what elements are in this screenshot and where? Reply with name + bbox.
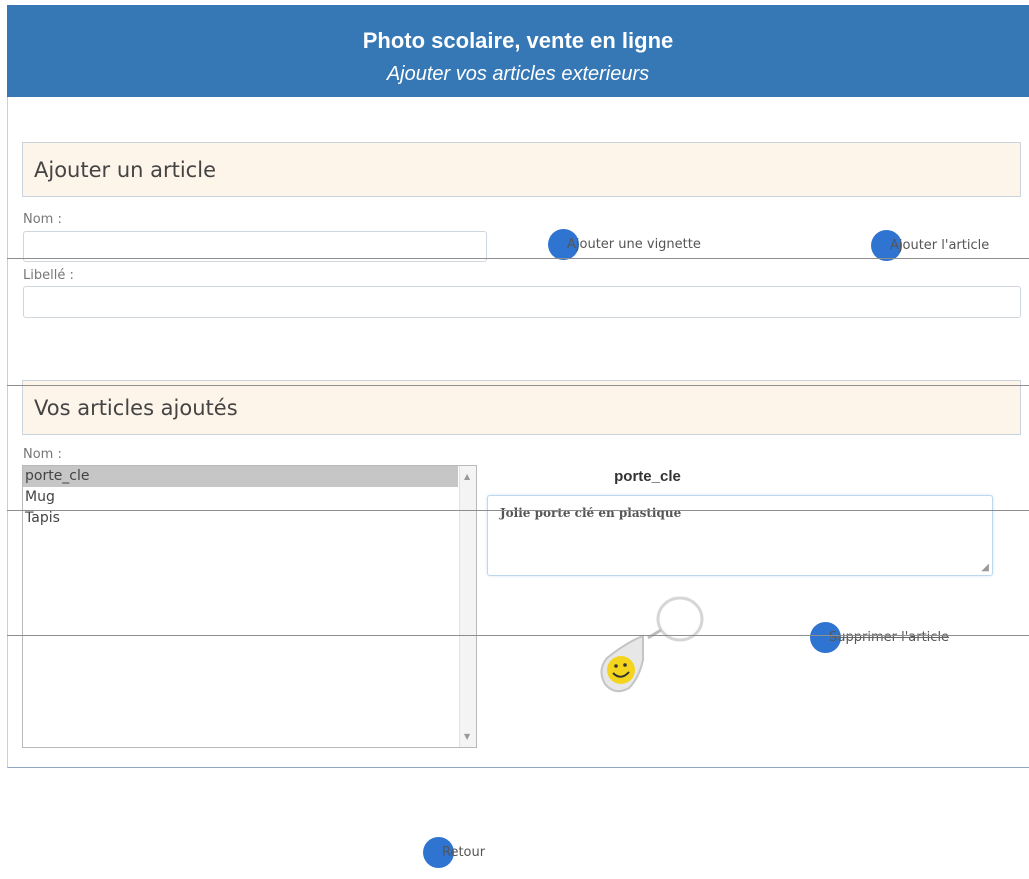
libelle-label: Libellé : bbox=[23, 268, 74, 283]
scroll-up-icon[interactable]: ▲ bbox=[464, 472, 470, 481]
listbox-scrollbar[interactable]: ▲ ▼ bbox=[459, 466, 476, 747]
articles-listbox[interactable]: porte_cle Mug Tapis ▲ ▼ bbox=[22, 465, 477, 748]
list-item[interactable]: Mug bbox=[23, 487, 476, 508]
scroll-down-icon[interactable]: ▼ bbox=[464, 732, 470, 741]
list-item[interactable]: Tapis bbox=[23, 508, 476, 529]
add-article-button[interactable]: Ajouter l'article bbox=[871, 230, 989, 261]
name-label: Nom : bbox=[23, 212, 62, 227]
back-button[interactable]: Retour bbox=[423, 837, 485, 868]
list-name-label: Nom : bbox=[23, 447, 62, 462]
add-thumbnail-label: Ajouter une vignette bbox=[567, 237, 701, 252]
guide-line bbox=[7, 635, 1029, 636]
resize-grip-icon[interactable]: ◢ bbox=[981, 562, 989, 573]
page-header: Photo scolaire, vente en ligne Ajouter v… bbox=[7, 5, 1029, 97]
page-title: Photo scolaire, vente en ligne bbox=[362, 28, 674, 53]
selected-article-name: porte_cle bbox=[614, 468, 681, 485]
libelle-input[interactable] bbox=[23, 286, 1021, 318]
back-label: Retour bbox=[442, 845, 486, 860]
delete-article-button[interactable]: Supprimer l'article bbox=[810, 622, 949, 653]
list-item[interactable]: porte_cle bbox=[23, 466, 458, 487]
guide-line bbox=[7, 385, 1029, 386]
keychain-thumbnail bbox=[600, 596, 704, 693]
guide-line bbox=[7, 510, 1029, 511]
add-article-heading: Ajouter un article bbox=[22, 142, 1021, 197]
article-description-textarea[interactable]: Jolie porte clé en plastique ◢ bbox=[487, 495, 993, 576]
add-article-label: Ajouter l'article bbox=[890, 238, 990, 253]
add-thumbnail-button[interactable]: Ajouter une vignette bbox=[548, 229, 701, 260]
added-articles-heading: Vos articles ajoutés bbox=[22, 380, 1021, 435]
guide-line bbox=[7, 258, 1029, 259]
delete-article-label: Supprimer l'article bbox=[829, 630, 950, 645]
article-description-text: Jolie porte clé en plastique bbox=[500, 506, 682, 520]
page-subtitle: Ajouter vos articles exterieurs bbox=[386, 63, 650, 85]
